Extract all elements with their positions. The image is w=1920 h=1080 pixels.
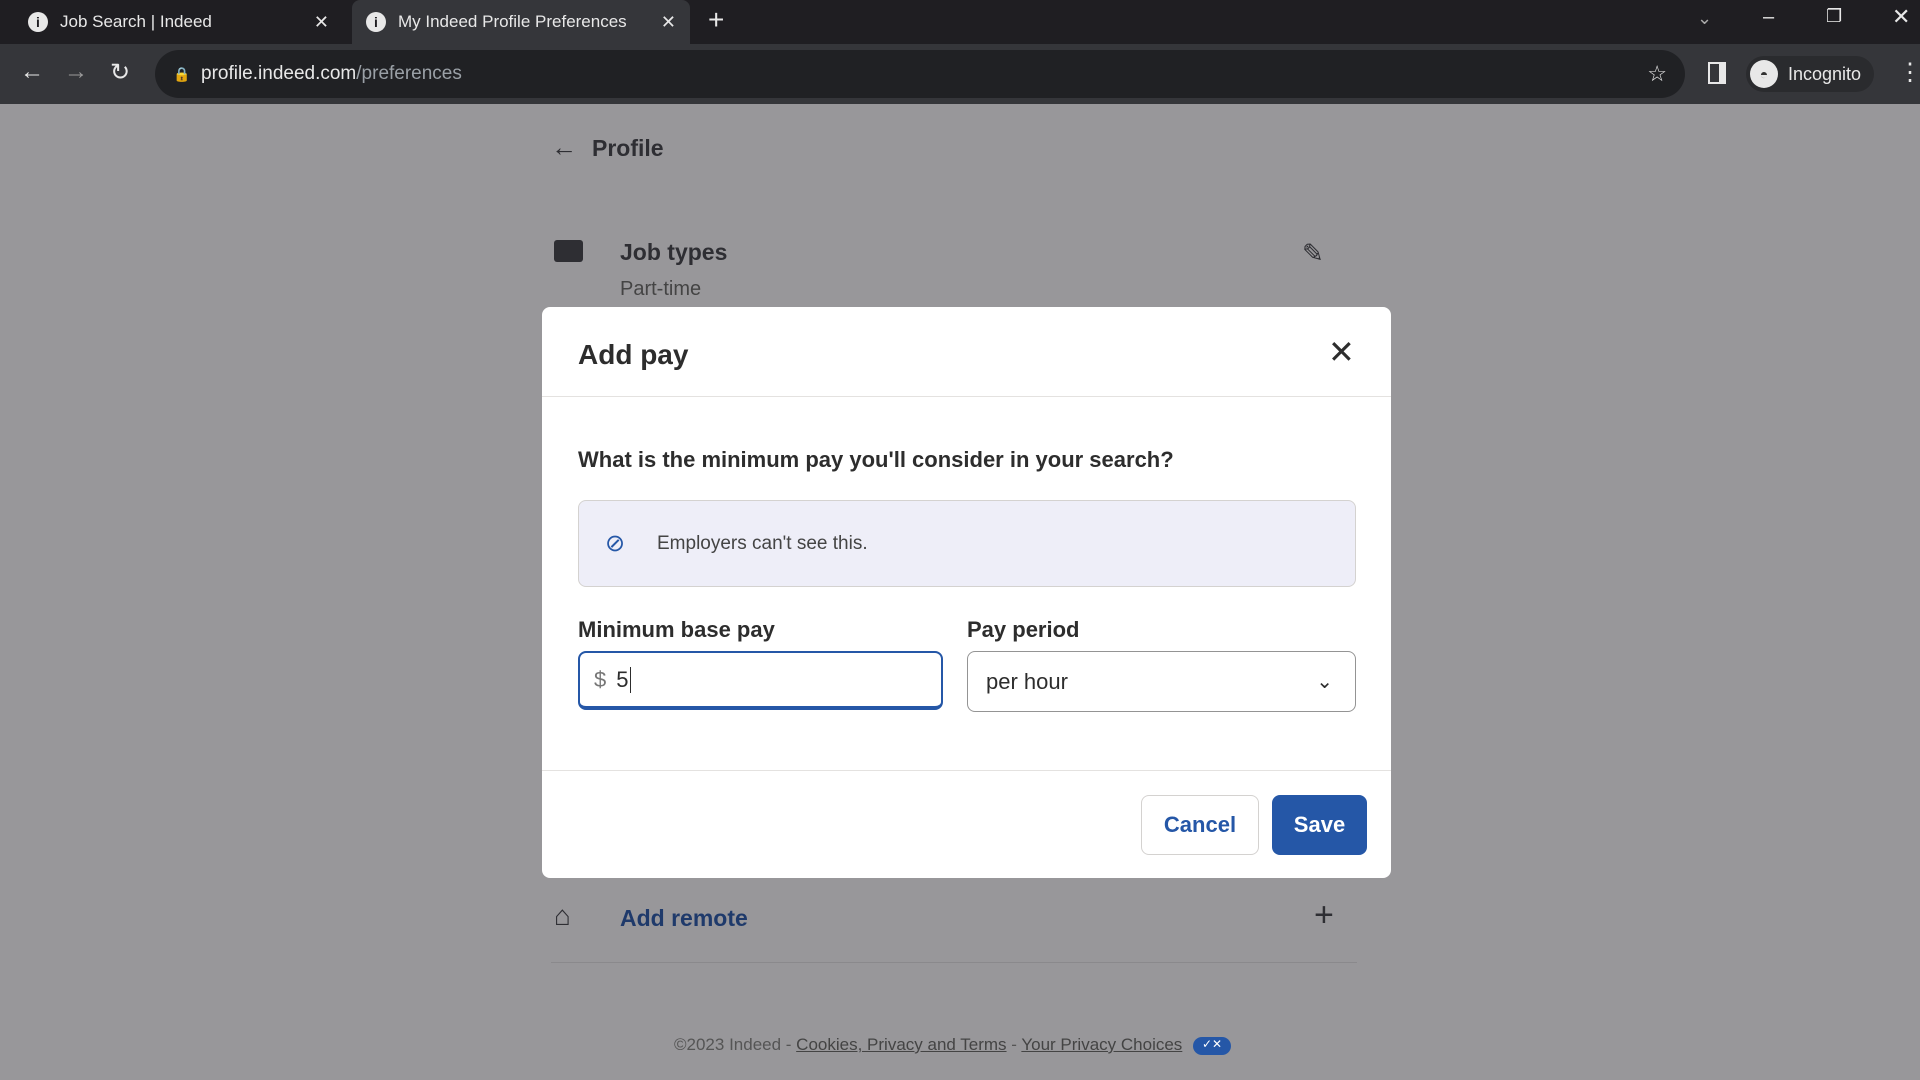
tab-search-icon[interactable]: ⌄ — [1697, 8, 1712, 29]
forward-icon[interactable]: → — [64, 58, 88, 86]
pay-period-value: per hour — [986, 668, 1068, 694]
close-tab-icon[interactable]: ✕ — [661, 12, 676, 33]
new-tab-button[interactable]: + — [708, 4, 724, 36]
bookmark-star-icon[interactable]: ☆ — [1647, 61, 1667, 87]
tab-profile-preferences[interactable]: i My Indeed Profile Preferences ✕ — [352, 0, 690, 44]
menu-icon[interactable]: ⋮ — [1898, 58, 1920, 87]
back-icon[interactable]: ← — [20, 58, 44, 86]
divider — [542, 396, 1391, 397]
dialog-title: Add pay — [578, 339, 689, 370]
restore-button[interactable]: ❐ — [1826, 6, 1842, 27]
min-pay-value: 5 — [616, 666, 631, 693]
tab-title: My Indeed Profile Preferences — [398, 12, 627, 31]
pay-period-label: Pay period — [967, 617, 1080, 642]
incognito-label: Incognito — [1788, 63, 1862, 84]
minimize-button[interactable]: – — [1763, 6, 1774, 29]
tab-job-search[interactable]: i Job Search | Indeed ✕ — [28, 0, 343, 44]
url-path: /preferences — [356, 63, 462, 84]
briefcase-icon — [554, 240, 583, 262]
privacy-choices-icon: ✓✕ — [1193, 1036, 1232, 1055]
footer: ©2023 Indeed - Cookies, Privacy and Term… — [674, 1035, 1232, 1055]
incognito-button[interactable]: ◓ Incognito — [1746, 56, 1874, 92]
info-icon: i — [28, 12, 48, 32]
close-window-button[interactable]: ✕ — [1892, 4, 1910, 30]
url-host: profile.indeed.com — [201, 63, 357, 84]
close-tab-icon[interactable]: ✕ — [314, 12, 329, 33]
privacy-notice: ⊘ Employers can't see this. — [578, 500, 1356, 587]
copyright: ©2023 Indeed - — [674, 1035, 797, 1054]
url-input[interactable]: 🔒 profile.indeed.com/preferences ☆ — [155, 50, 1685, 98]
edit-pencil-icon[interactable]: ✎ — [1302, 238, 1324, 269]
tab-bar: i Job Search | Indeed ✕ i My Indeed Prof… — [0, 0, 1920, 44]
tab-title: Job Search | Indeed — [60, 12, 212, 31]
eye-slash-icon: ⊘ — [605, 530, 626, 557]
chevron-down-icon: ⌄ — [1316, 671, 1333, 693]
info-icon: i — [366, 12, 386, 32]
cancel-button[interactable]: Cancel — [1141, 795, 1259, 855]
reload-icon[interactable]: ↻ — [110, 58, 130, 87]
divider — [551, 962, 1357, 963]
add-pay-dialog: Add pay ✕ What is the minimum pay you'll… — [542, 307, 1391, 878]
divider — [542, 770, 1391, 771]
add-remote-link[interactable]: Add remote — [620, 905, 748, 932]
lock-icon: 🔒 — [173, 65, 191, 82]
job-types-value: Part-time — [620, 278, 702, 300]
side-panel-icon[interactable] — [1708, 62, 1726, 84]
add-remote-plus-icon[interactable]: + — [1314, 896, 1334, 935]
back-arrow-icon[interactable]: ← — [551, 132, 577, 163]
separator: - — [1006, 1035, 1022, 1054]
back-to-profile-link[interactable]: Profile — [592, 135, 664, 162]
save-button[interactable]: Save — [1272, 795, 1367, 855]
pay-period-select[interactable]: per hour ⌄ — [967, 651, 1356, 712]
cookies-privacy-terms-link[interactable]: Cookies, Privacy and Terms — [796, 1035, 1006, 1054]
notice-text: Employers can't see this. — [657, 532, 868, 554]
privacy-choices-link[interactable]: Your Privacy Choices — [1021, 1035, 1182, 1054]
job-types-title: Job types — [620, 239, 728, 265]
close-dialog-button[interactable]: ✕ — [1328, 333, 1355, 371]
min-pay-label: Minimum base pay — [578, 617, 775, 642]
currency-symbol: $ — [594, 666, 607, 692]
min-pay-input[interactable]: $ 5 — [578, 651, 943, 710]
incognito-icon: ◓ — [1750, 60, 1778, 88]
question-text: What is the minimum pay you'll consider … — [578, 447, 1174, 472]
home-icon: ⌂ — [554, 900, 571, 931]
